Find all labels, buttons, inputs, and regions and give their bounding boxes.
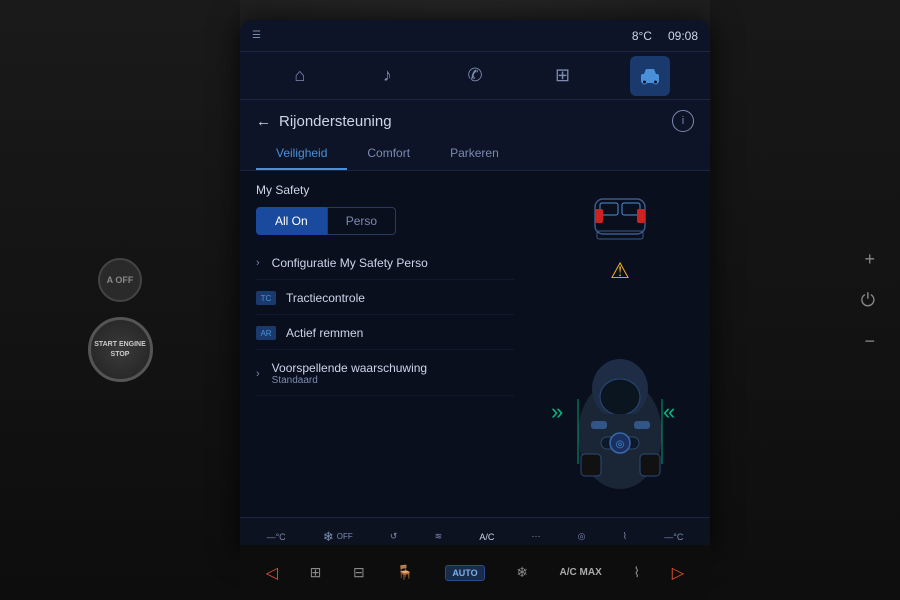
temp-left-value: —°C	[267, 532, 286, 542]
ac-max-button[interactable]: A/C MAX	[560, 567, 602, 578]
recirculate-icon: ↺	[390, 531, 398, 542]
steering-heat-button[interactable]: ◎	[578, 531, 586, 542]
safety-mode-toggle: All On Perso	[256, 207, 514, 235]
tractiecontrole-item[interactable]: TC Tractiecontrole	[256, 282, 514, 315]
recirculate-button[interactable]: ↺	[390, 531, 398, 542]
a-off-button[interactable]: A OFF	[98, 258, 142, 302]
menu-icon: ☰	[252, 30, 261, 41]
seat-heat-button[interactable]: ≋	[435, 531, 443, 542]
temp-right-display: —°C	[664, 532, 683, 542]
ac-button[interactable]: A/C	[479, 532, 494, 542]
tab-comfort[interactable]: Comfort	[347, 138, 430, 170]
nav-apps[interactable]: ⊞	[543, 56, 583, 96]
svg-text:«: «	[663, 399, 675, 424]
configuratie-item[interactable]: › Configuratie My Safety Perso	[256, 247, 514, 280]
right-physical-panel: + ⏻ −	[710, 0, 900, 600]
bottom-physical-controls: ◁ ⊞ ⊟ 🪑 AUTO ❄ A/C MAX ⌇ ▷	[240, 545, 710, 600]
svg-text:»: »	[551, 399, 563, 424]
right-arrow-icon: ▷	[672, 563, 684, 583]
nav-car[interactable]	[630, 56, 670, 96]
chevron-right-icon: ›	[256, 257, 260, 269]
actief-remmen-item[interactable]: AR Actief remmen	[256, 317, 514, 350]
tractie-icon: TC	[256, 291, 276, 305]
main-screen: ☰ 8°C 09:08 ⌂ ♪ ✆ ⊞	[240, 20, 710, 555]
nav-bar: ⌂ ♪ ✆ ⊞	[240, 52, 710, 100]
all-on-button[interactable]: All On	[256, 207, 327, 235]
fan-control[interactable]: ❄ OFF	[323, 529, 353, 545]
actief-remmen-label: Actief remmen	[286, 326, 514, 340]
left-arrow-button[interactable]: ◁	[266, 563, 278, 583]
start-button-area: A OFF START ENGINE STOP	[88, 258, 153, 382]
minus-button[interactable]: −	[864, 331, 875, 352]
seat-icon: 🪑	[396, 564, 413, 581]
temp-left-display: —°C	[267, 532, 286, 542]
voorspellende-sub: Standaard	[272, 375, 427, 386]
fan-speed-icon: ❄	[516, 564, 528, 581]
screen-content: ← Rijondersteuning i Veiligheid Comfort …	[240, 100, 710, 555]
volume-controls: + ⏻ −	[725, 249, 885, 352]
tab-bar: Veiligheid Comfort Parkeren	[240, 138, 710, 171]
front-defrost-icon: ⊞	[310, 564, 322, 581]
fan-speed-button[interactable]: ❄	[516, 564, 528, 581]
svg-text:◎: ◎	[615, 439, 624, 450]
seat-button[interactable]: 🪑	[396, 564, 413, 581]
configuratie-label: Configuratie My Safety Perso	[272, 256, 514, 270]
nav-phone[interactable]: ✆	[455, 56, 495, 96]
right-arrow-button[interactable]: ▷	[672, 563, 684, 583]
nav-home[interactable]: ⌂	[280, 56, 320, 96]
tractiecontrole-label: Tractiecontrole	[286, 291, 514, 305]
tab-parkeren[interactable]: Parkeren	[430, 138, 519, 170]
steering-icon: ◎	[578, 531, 586, 542]
tab-veiligheid[interactable]: Veiligheid	[256, 138, 347, 170]
page-header: ← Rijondersteuning i	[240, 100, 710, 138]
left-arrow-icon: ◁	[266, 563, 278, 583]
voorspellende-label: Voorspellende waarschuwing	[272, 361, 427, 375]
back-button[interactable]: ← Rijondersteuning	[256, 113, 392, 130]
car-front-svg: » «	[543, 299, 698, 494]
rear-defrost-icon: ⊟	[353, 564, 365, 581]
seat-cool-icon: ⋯	[531, 531, 540, 542]
fan-icon: ❄	[323, 529, 334, 545]
warning-triangle-icon: ⚠	[610, 258, 630, 284]
wiper-physical-icon: ⌇	[633, 564, 640, 581]
nav-music[interactable]: ♪	[367, 56, 407, 96]
auto-label: AUTO	[445, 565, 484, 581]
rear-defrost-button[interactable]: ⊟	[353, 564, 365, 581]
voorspellende-item[interactable]: › Voorspellende waarschuwing Standaard	[256, 352, 514, 396]
wiper-icon: ⌇	[623, 531, 627, 542]
wiper-button[interactable]: ⌇	[623, 531, 627, 542]
car-visual-panel: ⚠ » «	[530, 171, 710, 517]
time-display: 09:08	[668, 29, 698, 43]
status-right: 8°C 09:08	[632, 29, 698, 43]
left-content-panel: My Safety All On Perso › Configuratie My…	[240, 171, 530, 517]
wiper-physical-button[interactable]: ⌇	[633, 564, 640, 581]
front-defrost-button[interactable]: ⊞	[310, 564, 322, 581]
back-arrow-icon: ←	[256, 113, 271, 130]
main-content-area: My Safety All On Perso › Configuratie My…	[240, 171, 710, 517]
chevron-right-icon-2: ›	[256, 368, 260, 380]
page-title: Rijondersteuning	[279, 113, 392, 130]
car-rear-view-svg	[575, 189, 665, 254]
status-left: ☰	[252, 30, 261, 41]
start-engine-button[interactable]: START ENGINE STOP	[88, 317, 153, 382]
info-button[interactable]: i	[672, 110, 694, 132]
remmen-icon: AR	[256, 326, 276, 340]
power-button[interactable]: ⏻	[861, 290, 875, 311]
car-perspective-view: » «	[543, 299, 698, 499]
perso-button[interactable]: Perso	[327, 207, 396, 235]
my-safety-title: My Safety	[256, 183, 514, 197]
temperature-display: 8°C	[632, 29, 652, 43]
plus-button[interactable]: +	[864, 249, 875, 270]
ac-label: A/C	[479, 532, 494, 542]
auto-climate-button[interactable]: AUTO	[445, 565, 484, 581]
fan-off-label: OFF	[337, 532, 353, 541]
left-physical-panel: A OFF START ENGINE STOP	[0, 0, 240, 600]
temp-right-value: —°C	[664, 532, 683, 542]
dashboard: A OFF START ENGINE STOP ☰ 8°C 09:08 ⌂ ♪ …	[0, 0, 900, 600]
seat-heat-icon: ≋	[435, 531, 443, 542]
ac-max-label: A/C MAX	[560, 567, 602, 578]
status-bar: ☰ 8°C 09:08	[240, 20, 710, 52]
seat-cool-button[interactable]: ⋯	[531, 531, 540, 542]
